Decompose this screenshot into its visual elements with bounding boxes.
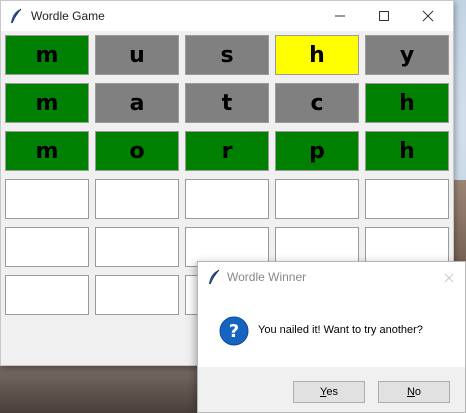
no-button[interactable]: No	[378, 381, 450, 403]
close-button[interactable]	[405, 1, 451, 31]
svg-text:?: ?	[229, 321, 239, 342]
letter-tile: t	[185, 83, 269, 123]
letter-tile	[5, 227, 89, 267]
minimize-button[interactable]	[317, 1, 363, 31]
dialog-title: Wordle Winner	[227, 270, 307, 284]
letter-tile: s	[185, 35, 269, 75]
letter-tile	[95, 275, 179, 315]
letter-tile: h	[365, 131, 449, 171]
close-icon	[422, 7, 434, 26]
title-bar[interactable]: Wordle Game	[1, 1, 453, 31]
yes-button-label: Yes	[320, 386, 338, 398]
feather-icon	[207, 269, 221, 285]
window-title: Wordle Game	[31, 9, 105, 23]
close-icon	[444, 268, 454, 287]
letter-tile: r	[185, 131, 269, 171]
letter-tile	[365, 179, 449, 219]
letter-tile: m	[5, 131, 89, 171]
letter-tile: c	[275, 83, 359, 123]
letter-tile	[275, 179, 359, 219]
dialog-body: ? You nailed it! Want to try another?	[198, 292, 465, 367]
letter-tile	[185, 179, 269, 219]
letter-tile	[5, 179, 89, 219]
letter-tile	[5, 275, 89, 315]
dialog-close-button[interactable]	[437, 266, 461, 288]
letter-tile: m	[5, 35, 89, 75]
letter-tile	[95, 227, 179, 267]
maximize-icon	[378, 7, 390, 26]
letter-tile: a	[95, 83, 179, 123]
feather-icon	[9, 8, 23, 24]
letter-tile: m	[5, 83, 89, 123]
letter-tile: o	[95, 131, 179, 171]
dialog-footer: Yes No	[198, 367, 465, 412]
yes-button[interactable]: Yes	[293, 381, 365, 403]
letter-tile: y	[365, 35, 449, 75]
minimize-icon	[334, 7, 346, 26]
winner-dialog: Wordle Winner ? You nailed it! Want to t…	[197, 261, 466, 413]
letter-tile: p	[275, 131, 359, 171]
maximize-button[interactable]	[361, 1, 407, 31]
dialog-title-bar[interactable]: Wordle Winner	[198, 262, 465, 292]
question-icon: ?	[219, 316, 249, 346]
dialog-message: You nailed it! Want to try another?	[258, 324, 423, 336]
no-button-label: No	[406, 386, 422, 398]
letter-tile: u	[95, 35, 179, 75]
letter-tile	[95, 179, 179, 219]
letter-tile: h	[275, 35, 359, 75]
letter-tile: h	[365, 83, 449, 123]
